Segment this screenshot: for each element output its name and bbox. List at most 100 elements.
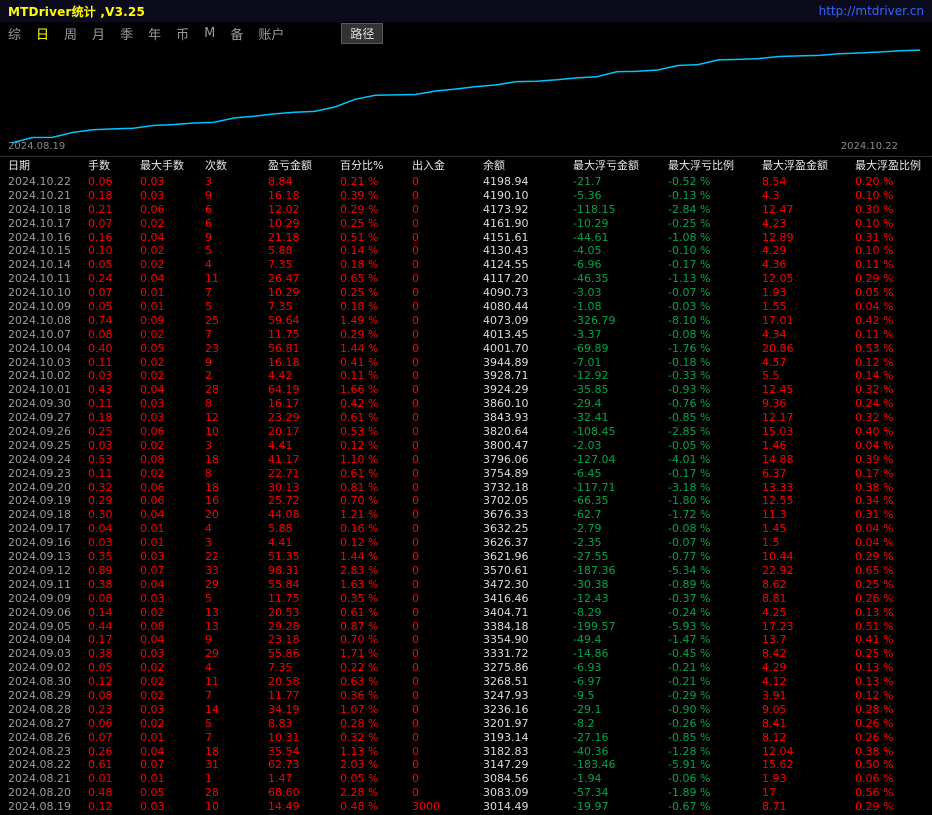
table-row[interactable]: 2024.09.110.380.042955.841.63 %03472.30-… xyxy=(8,578,932,592)
table-row[interactable]: 2024.09.060.140.021320.530.61 %03404.71-… xyxy=(8,606,932,620)
table-row[interactable]: 2024.08.260.070.01710.310.32 %03193.14-2… xyxy=(8,731,932,745)
table-cell: -8.29 xyxy=(573,606,668,620)
table-cell: 2024.09.06 xyxy=(8,606,88,620)
table-cell: -57.34 xyxy=(573,786,668,800)
table-row[interactable]: 2024.09.300.110.03816.170.42 %03860.10-2… xyxy=(8,397,932,411)
table-row[interactable]: 2024.08.190.120.031014.490.48 %30003014.… xyxy=(8,800,932,814)
table-row[interactable]: 2024.09.180.300.042044.081.21 %03676.33-… xyxy=(8,508,932,522)
table-row[interactable]: 2024.09.200.320.061830.130.81 %03732.18-… xyxy=(8,481,932,495)
table-cell: -0.85 % xyxy=(668,731,762,745)
table-row[interactable]: 2024.08.230.260.041835.541.13 %03182.83-… xyxy=(8,745,932,759)
table-row[interactable]: 2024.10.080.740.092559.641.49 %04073.09-… xyxy=(8,314,932,328)
menu-item-summary[interactable]: 综 xyxy=(8,24,21,43)
table-cell: 0.25 % xyxy=(855,647,932,661)
table-cell: 0.02 xyxy=(140,661,205,675)
table-row[interactable]: 2024.10.010.430.042864.191.66 %03924.29-… xyxy=(8,383,932,397)
app-url-link[interactable]: http://mtdriver.cn xyxy=(819,4,924,18)
table-cell: 3182.83 xyxy=(483,745,573,759)
menu-item-notes[interactable]: 备 xyxy=(230,24,243,43)
table-row[interactable]: 2024.10.180.210.06612.020.29 %04173.92-1… xyxy=(8,203,932,217)
table-cell: 0 xyxy=(412,578,483,592)
column-header: 最大浮盈比例 xyxy=(855,157,932,175)
table-row[interactable]: 2024.09.160.030.0134.410.12 %03626.37-2.… xyxy=(8,536,932,550)
menu-item-quarter[interactable]: 季 xyxy=(120,24,133,43)
table-cell: -326.79 xyxy=(573,314,668,328)
table-row[interactable]: 2024.10.020.030.0224.420.11 %03928.71-12… xyxy=(8,369,932,383)
table-row[interactable]: 2024.09.030.380.032955.861.71 %03331.72-… xyxy=(8,647,932,661)
table-row[interactable]: 2024.10.070.080.02711.750.29 %04013.45-3… xyxy=(8,328,932,342)
table-cell: 3.91 xyxy=(762,689,855,703)
table-cell: -0.85 % xyxy=(668,411,762,425)
table-row[interactable]: 2024.09.230.110.02822.710.61 %03754.89-6… xyxy=(8,467,932,481)
table-row[interactable]: 2024.10.090.050.0157.350.18 %04080.44-1.… xyxy=(8,300,932,314)
table-row[interactable]: 2024.10.170.070.02610.290.25 %04161.90-1… xyxy=(8,217,932,231)
table-cell: 8.83 xyxy=(268,717,340,731)
menu-item-account[interactable]: 账户 xyxy=(258,24,284,43)
table-row[interactable]: 2024.10.030.110.02916.180.41 %03944.89-7… xyxy=(8,356,932,370)
table-row[interactable]: 2024.09.240.530.081841.171.10 %03796.06-… xyxy=(8,453,932,467)
table-cell: 0.40 % xyxy=(855,425,932,439)
table-row[interactable]: 2024.09.040.170.04923.180.70 %03354.90-4… xyxy=(8,633,932,647)
table-cell: 3820.64 xyxy=(483,425,573,439)
menu-item-currency[interactable]: 币 xyxy=(176,24,189,43)
table-row[interactable]: 2024.10.160.160.04921.180.51 %04151.61-4… xyxy=(8,231,932,245)
table-cell: 1.71 % xyxy=(340,647,412,661)
table-cell: 0.87 % xyxy=(340,620,412,634)
table-cell: -2.03 xyxy=(573,439,668,453)
table-cell: 12.05 xyxy=(762,272,855,286)
table-cell: 2024.08.19 xyxy=(8,800,88,814)
table-cell: 0.41 % xyxy=(855,633,932,647)
table-cell: 0 xyxy=(412,731,483,745)
menu-item-day[interactable]: 日 xyxy=(36,24,49,43)
table-cell: 7.35 xyxy=(268,661,340,675)
table-cell: 0.65 % xyxy=(340,272,412,286)
table-cell: 0 xyxy=(412,717,483,731)
table-cell: 2024.10.07 xyxy=(8,328,88,342)
table-cell: 0.16 % xyxy=(340,522,412,536)
table-cell: 0.35 xyxy=(88,550,140,564)
table-cell: 2024.10.14 xyxy=(8,258,88,272)
table-cell: 0.11 % xyxy=(855,328,932,342)
table-cell: 0 xyxy=(412,661,483,675)
table-row[interactable]: 2024.09.250.030.0234.410.12 %03800.47-2.… xyxy=(8,439,932,453)
table-row[interactable]: 2024.10.220.060.0338.840.21 %04198.94-21… xyxy=(8,175,932,189)
table-row[interactable]: 2024.08.220.610.073162.732.03 %03147.29-… xyxy=(8,758,932,772)
table-row[interactable]: 2024.08.290.080.02711.770.36 %03247.93-9… xyxy=(8,689,932,703)
path-button[interactable]: 路径 xyxy=(341,23,383,44)
table-cell: 68.60 xyxy=(268,786,340,800)
table-cell: 0 xyxy=(412,300,483,314)
table-row[interactable]: 2024.08.210.010.0111.470.05 %03084.56-1.… xyxy=(8,772,932,786)
table-cell: -0.25 % xyxy=(668,217,762,231)
table-row[interactable]: 2024.09.170.040.0145.880.16 %03632.25-2.… xyxy=(8,522,932,536)
table-row[interactable]: 2024.10.040.400.052356.811.44 %04001.70-… xyxy=(8,342,932,356)
table-row[interactable]: 2024.10.110.240.041126.470.65 %04117.20-… xyxy=(8,272,932,286)
table-row[interactable]: 2024.09.020.050.0247.350.22 %03275.86-6.… xyxy=(8,661,932,675)
table-cell: 0 xyxy=(412,356,483,370)
table-row[interactable]: 2024.09.260.250.061020.170.53 %03820.64-… xyxy=(8,425,932,439)
table-cell: 1 xyxy=(205,772,268,786)
table-row[interactable]: 2024.08.270.060.0258.830.28 %03201.97-8.… xyxy=(8,717,932,731)
table-row[interactable]: 2024.09.130.350.032251.351.44 %03621.96-… xyxy=(8,550,932,564)
table-cell: 10.29 xyxy=(268,286,340,300)
table-row[interactable]: 2024.09.090.080.03511.750.35 %03416.46-1… xyxy=(8,592,932,606)
table-row[interactable]: 2024.10.140.050.0247.350.18 %04124.55-6.… xyxy=(8,258,932,272)
table-row[interactable]: 2024.09.120.890.073398.312.83 %03570.61-… xyxy=(8,564,932,578)
menu-item-month[interactable]: 月 xyxy=(92,24,105,43)
table-cell: -30.38 xyxy=(573,578,668,592)
table-row[interactable]: 2024.08.200.480.052868.602.28 %03083.09-… xyxy=(8,786,932,800)
table-row[interactable]: 2024.10.210.180.03916.180.39 %04190.10-5… xyxy=(8,189,932,203)
table-cell: 0.56 % xyxy=(855,786,932,800)
table-row[interactable]: 2024.09.050.440.081329.280.87 %03384.18-… xyxy=(8,620,932,634)
menu-item-year[interactable]: 年 xyxy=(148,24,161,43)
table-row[interactable]: 2024.10.100.070.01710.290.25 %04090.73-3… xyxy=(8,286,932,300)
table-row[interactable]: 2024.08.300.120.021120.580.63 %03268.51-… xyxy=(8,675,932,689)
table-row[interactable]: 2024.09.270.180.031223.290.61 %03843.93-… xyxy=(8,411,932,425)
menu-item-m[interactable]: M xyxy=(204,26,215,41)
table-cell: 0.10 xyxy=(88,244,140,258)
table-cell: -1.08 xyxy=(573,300,668,314)
menu-item-week[interactable]: 周 xyxy=(64,24,77,43)
table-cell: 0.44 xyxy=(88,620,140,634)
table-row[interactable]: 2024.09.190.290.061625.720.70 %03702.05-… xyxy=(8,494,932,508)
table-row[interactable]: 2024.08.280.230.031434.191.07 %03236.16-… xyxy=(8,703,932,717)
table-row[interactable]: 2024.10.150.100.0255.880.14 %04130.43-4.… xyxy=(8,244,932,258)
